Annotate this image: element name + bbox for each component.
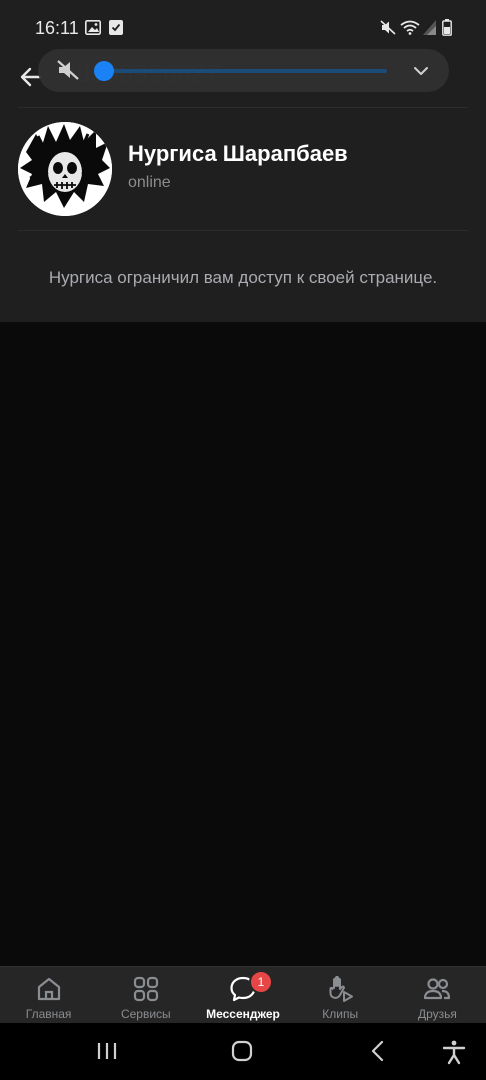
mute-icon (380, 20, 396, 35)
tab-label: Мессенджер (206, 1007, 280, 1021)
signal-icon (423, 20, 436, 35)
tab-services[interactable]: Сервисы (97, 967, 194, 1023)
accessibility-icon[interactable] (441, 1039, 467, 1065)
tab-friends[interactable]: Друзья (389, 967, 486, 1023)
unread-badge: 1 (249, 970, 273, 994)
divider (18, 230, 468, 231)
profile-status: online (128, 174, 171, 191)
avatar[interactable] (18, 122, 112, 216)
bottom-tab-bar: Главная Сервисы 1 Мессенджер Клипы Друзь… (0, 966, 486, 1023)
system-nav-bar (0, 1023, 486, 1080)
tab-label: Сервисы (120, 1007, 171, 1021)
services-icon (133, 976, 158, 1002)
tab-messenger[interactable]: 1 Мессенджер (194, 967, 291, 1023)
profile-panel: id598926827 Нургиса Шарапбаев online Нур… (0, 54, 486, 322)
divider (18, 107, 468, 108)
download-check-icon (109, 20, 123, 35)
recent-apps-icon[interactable] (95, 1039, 119, 1063)
back-icon[interactable] (366, 1039, 390, 1063)
volume-slider-thumb[interactable] (94, 61, 114, 81)
home-button-icon[interactable] (230, 1039, 254, 1063)
wifi-icon (400, 20, 420, 35)
tab-label: Друзья (417, 1007, 457, 1021)
tab-label: Клипы (322, 1007, 359, 1021)
battery-icon (442, 19, 452, 36)
chevron-down-icon[interactable] (411, 61, 431, 81)
status-bar: 16:11 (0, 0, 486, 54)
status-time: 16:11 (35, 18, 79, 38)
clips-icon (329, 975, 354, 1002)
volume-slider-track[interactable] (104, 69, 387, 73)
home-icon (37, 977, 60, 1001)
volume-muted-icon[interactable] (56, 59, 80, 81)
tab-clips[interactable]: Клипы (292, 967, 389, 1023)
image-icon (85, 20, 101, 35)
profile-name: Нургиса Шарапбаев (128, 141, 348, 166)
volume-overlay[interactable] (38, 49, 449, 92)
tab-label: Главная (25, 1007, 72, 1021)
friends-icon (424, 978, 451, 1000)
restricted-access-message: Нургиса ограничил вам доступ к своей стр… (48, 268, 438, 287)
tab-home[interactable]: Главная (0, 967, 97, 1023)
avatar-image (18, 122, 112, 216)
